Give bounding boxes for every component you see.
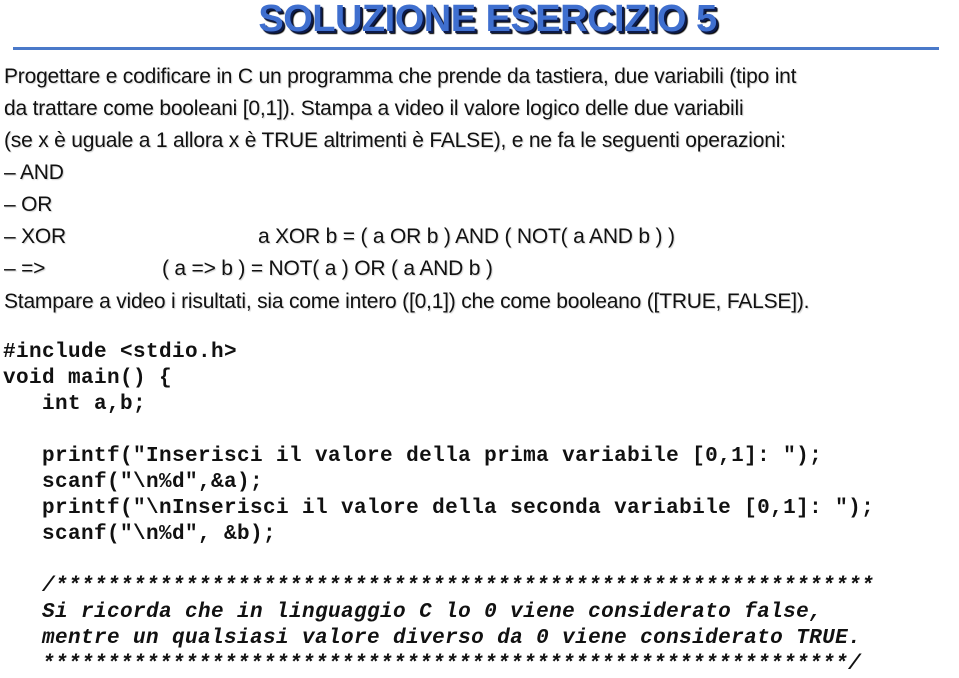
- code-comment-line: /***************************************…: [3, 575, 875, 598]
- xor-formula: a XOR b = ( a OR b ) AND ( NOT( a AND b …: [258, 225, 675, 248]
- operation-xor: – XOR: [4, 225, 67, 248]
- title-underline: [13, 47, 939, 50]
- slide-title: SOLUZIONE ESERCIZIO 5: [258, 0, 717, 40]
- code-line: void main() {: [3, 367, 173, 390]
- print-instruction: Stampare a video i risultati, sia come i…: [4, 290, 810, 313]
- code-comment-line: Si ricorda che in linguaggio C lo 0 vien…: [3, 601, 823, 624]
- description-line-2: da trattare come booleani [0,1]). Stampa…: [4, 97, 744, 120]
- code-comment-line: ****************************************…: [3, 653, 862, 676]
- code-line: printf("\nInserisci il valore della seco…: [3, 497, 875, 520]
- code-line: scanf("\n%d", &b);: [3, 523, 277, 546]
- code-line: int a,b;: [3, 393, 147, 416]
- code-line: scanf("\n%d",&a);: [3, 471, 264, 494]
- description-line-3: (se x è uguale a 1 allora x è TRUE altri…: [4, 129, 786, 152]
- code-line: printf("Inserisci il valore della prima …: [3, 445, 823, 468]
- code-comment-line: mentre un qualsiasi valore diverso da 0 …: [3, 627, 862, 650]
- operation-and: – AND: [4, 161, 64, 184]
- implies-formula: ( a => b ) = NOT( a ) OR ( a AND b ): [162, 257, 493, 280]
- code-line: #include <stdio.h>: [3, 341, 238, 364]
- operation-or: – OR: [4, 193, 53, 216]
- description-line-1: Progettare e codificare in C un programm…: [4, 65, 797, 88]
- operation-implies: – =>: [4, 257, 46, 280]
